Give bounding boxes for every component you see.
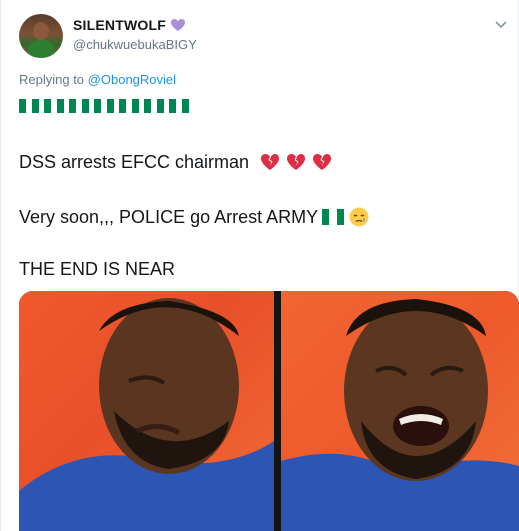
broken-heart-icon <box>313 154 332 170</box>
broken-heart-icon <box>287 154 306 170</box>
reply-mention-link[interactable]: @ObongRoviel <box>88 72 176 87</box>
flag-row <box>19 99 190 113</box>
purple-heart-icon <box>171 19 185 31</box>
reply-prefix: Replying to <box>19 72 85 87</box>
nigeria-flag-icon <box>322 209 345 225</box>
nigeria-flag-icon <box>119 99 140 113</box>
user-handle[interactable]: @chukwuebukaBIGY <box>73 37 197 52</box>
nigeria-flag-icon <box>69 99 90 113</box>
photo-panel-right <box>281 291 519 531</box>
author-name-row[interactable]: SILENTWOLF <box>73 17 186 33</box>
tweet-text-line-1: DSS arrests EFCC chairman <box>19 151 333 173</box>
replying-to: Replying to @ObongRoviel <box>19 72 176 87</box>
sad-relieved-face-icon <box>349 207 369 227</box>
tweet-text-line-2: Very soon,,, POLICE go Arrest ARMY <box>19 206 370 228</box>
avatar[interactable] <box>19 14 63 58</box>
tweet-card: SILENTWOLF @chukwuebukaBIGY Replying to … <box>0 0 519 531</box>
photo-panel-left <box>19 291 274 531</box>
avatar-dress <box>27 40 55 58</box>
crying-man-right-illustration <box>281 299 519 531</box>
tweet-text-line-3: THE END IS NEAR <box>19 259 175 280</box>
nigeria-flag-icon <box>169 99 190 113</box>
broken-heart-icon <box>261 154 280 170</box>
photo-divider <box>274 291 281 531</box>
tweet-text: DSS arrests EFCC chairman <box>19 151 250 172</box>
display-name[interactable]: SILENTWOLF <box>73 17 166 33</box>
nigeria-flag-icon <box>44 99 65 113</box>
chevron-down-icon[interactable] <box>494 20 508 30</box>
crying-man-left-illustration <box>19 298 274 531</box>
nigeria-flag-icon <box>94 99 115 113</box>
nigeria-flag-icon <box>144 99 165 113</box>
avatar-face <box>33 22 49 40</box>
tweet-text: THE END IS NEAR <box>19 259 176 279</box>
tweet-text: Very soon,,, POLICE go Arrest ARMY <box>19 206 319 227</box>
tweet-photo[interactable] <box>19 291 519 531</box>
nigeria-flag-icon <box>19 99 40 113</box>
